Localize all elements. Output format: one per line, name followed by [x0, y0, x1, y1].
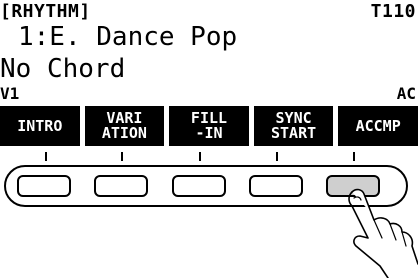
- chord-name: No Chord: [0, 54, 126, 84]
- softkey-button-4[interactable]: [249, 175, 303, 197]
- guide-tick: [199, 152, 201, 161]
- pointing-finger-icon: [348, 188, 418, 278]
- softkey-label-sync-start: SYNC START: [253, 106, 334, 146]
- guide-tick: [276, 152, 278, 161]
- softkey-label-intro: INTRO: [0, 106, 80, 146]
- softkey-label-variation: VARI ATION: [84, 106, 165, 146]
- softkey-label-line: START: [271, 124, 317, 142]
- button-guide-ticks: [0, 150, 418, 164]
- softkey-labels: INTRO VARI ATION FILL -IN SYNC START ACCMP: [0, 106, 418, 146]
- guide-tick: [45, 152, 47, 161]
- tempo-indicator: T110: [370, 1, 416, 22]
- softkey-button-2[interactable]: [94, 175, 148, 197]
- softkey-label-line: -IN: [195, 124, 223, 142]
- rhythm-name: 1:E. Dance Pop: [18, 22, 238, 52]
- softkey-label-line: ACCMP: [355, 116, 401, 135]
- accomp-indicator: AC: [396, 84, 416, 103]
- softkey-label-accmp: ACCMP: [338, 106, 418, 146]
- softkey-label-line: INTRO: [17, 116, 63, 135]
- softkey-label-fill-in: FILL -IN: [169, 106, 249, 146]
- mode-indicator: [RHYTHM]: [0, 1, 91, 22]
- softkey-label-line: ATION: [101, 124, 147, 142]
- lcd-display: [RHYTHM] T110 1:E. Dance Pop No Chord V1…: [0, 0, 418, 148]
- guide-tick: [353, 152, 355, 161]
- guide-tick: [121, 152, 123, 161]
- softkey-button-3[interactable]: [172, 175, 226, 197]
- softkey-button-1[interactable]: [17, 175, 71, 197]
- variation-indicator: V1: [0, 84, 20, 103]
